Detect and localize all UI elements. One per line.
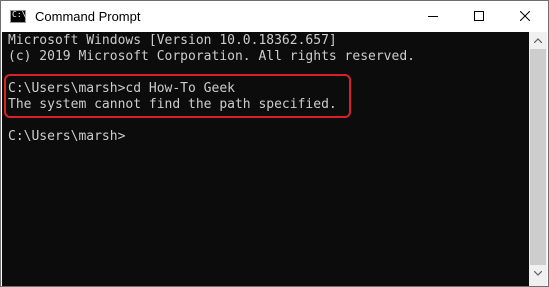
vertical-scrollbar[interactable] bbox=[529, 32, 547, 286]
command-prompt-icon[interactable]: C:\ bbox=[10, 10, 26, 23]
command-prompt-window: C:\ Command Prompt Microsoft Windows [Ve… bbox=[0, 0, 549, 287]
console-line: (c) 2019 Microsoft Corporation. All righ… bbox=[8, 49, 415, 64]
error-highlight-box bbox=[4, 74, 351, 118]
maximize-button[interactable] bbox=[456, 1, 502, 32]
scrollbar-thumb[interactable] bbox=[530, 49, 546, 265]
close-button[interactable] bbox=[502, 1, 548, 32]
scroll-down-button[interactable] bbox=[529, 265, 547, 282]
scroll-up-button[interactable] bbox=[529, 32, 547, 49]
scroll-down-arrow-icon bbox=[534, 271, 542, 276]
minimize-button[interactable] bbox=[410, 1, 456, 32]
maximize-icon bbox=[474, 11, 484, 21]
console-line: Microsoft Windows [Version 10.0.18362.65… bbox=[8, 33, 337, 48]
console-prompt-line: C:\Users\marsh> bbox=[8, 129, 126, 144]
command-prompt-icon-glyph: C:\ bbox=[12, 10, 27, 19]
title-bar[interactable]: C:\ Command Prompt bbox=[1, 1, 548, 32]
console-output[interactable]: Microsoft Windows [Version 10.0.18362.65… bbox=[2, 32, 529, 286]
scroll-up-arrow-icon bbox=[534, 38, 542, 43]
minimize-icon bbox=[428, 16, 438, 17]
close-icon bbox=[520, 11, 530, 21]
window-title: Command Prompt bbox=[35, 9, 141, 24]
